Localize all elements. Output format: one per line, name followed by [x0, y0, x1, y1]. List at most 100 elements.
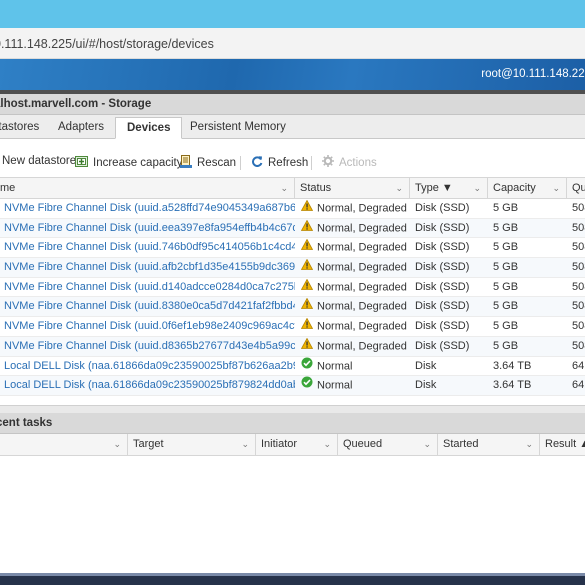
device-queue-depth: 508	[572, 320, 585, 333]
recent-tasks-header: cent tasks	[0, 413, 585, 434]
actions-button[interactable]: Actions	[322, 155, 377, 170]
column-task[interactable]: ⌄	[0, 434, 128, 455]
chevron-down-icon[interactable]: ⌄	[241, 434, 249, 455]
chevron-down-icon[interactable]: ⌄	[113, 434, 121, 455]
increase-capacity-label: Increase capacity	[93, 156, 183, 169]
table-row[interactable]: Local DELL Disk (naa.61866da09c23590025b…	[0, 357, 585, 377]
table-row[interactable]: NVMe Fibre Channel Disk (uuid.8380e0ca5d…	[0, 297, 585, 318]
panel-title: alhost.marvell.com - Storage	[0, 98, 152, 110]
new-datastore-button[interactable]: New datastore	[2, 155, 76, 167]
table-row[interactable]: NVMe Fibre Channel Disk (uuid.a528ffd74e…	[0, 199, 585, 219]
tab-adapters[interactable]: Adapters	[58, 121, 104, 133]
rescan-button[interactable]: Rescan	[180, 155, 236, 171]
device-status: Normal	[296, 376, 410, 395]
chevron-down-icon[interactable]: ⌄	[323, 434, 331, 455]
device-name-link[interactable]: Local DELL Disk (naa.61866da09c23590025b…	[0, 357, 295, 376]
column-result[interactable]: Result ▲	[540, 434, 585, 455]
increase-capacity-button[interactable]: Increase capacity	[75, 155, 183, 170]
tab-persistent-memory[interactable]: Persistent Memory	[190, 121, 286, 133]
chevron-down-icon[interactable]: ⌄	[395, 178, 403, 199]
device-type: Disk	[415, 359, 437, 372]
refresh-label: Refresh	[268, 156, 309, 169]
chevron-down-icon[interactable]: ⌄	[552, 178, 560, 199]
column-queue[interactable]: Qu	[567, 178, 585, 199]
column-capacity[interactable]: Capacity ⌄	[488, 178, 567, 199]
chevron-down-icon[interactable]: ⌄	[280, 178, 288, 199]
device-status-label: Normal, Degraded	[317, 241, 407, 254]
device-status: Normal, Degraded	[296, 199, 410, 218]
ok-check-icon	[301, 376, 313, 395]
column-type[interactable]: Type ▼ ⌄	[410, 178, 488, 199]
recent-tasks-title: cent tasks	[0, 417, 53, 429]
ok-check-icon	[301, 357, 313, 376]
device-queue-depth: 508	[572, 261, 585, 274]
column-name[interactable]: me ⌄	[0, 178, 295, 199]
device-type: Disk (SSD)	[415, 202, 470, 214]
table-row[interactable]: Local DELL Disk (naa.61866da09c23590025b…	[0, 376, 585, 396]
device-type: Disk (SSD)	[415, 300, 470, 313]
url-text[interactable]: 0.111.148.225/ui/#/host/storage/devices	[0, 37, 214, 51]
device-queue-depth: 508	[572, 280, 585, 293]
browser-address-bar[interactable]: 0.111.148.225/ui/#/host/storage/devices	[0, 28, 585, 59]
device-capacity: 5 GB	[493, 320, 519, 333]
device-name-link[interactable]: NVMe Fibre Channel Disk (uuid.8380e0ca5d…	[0, 297, 295, 316]
user-menu[interactable]: root@10.111.148.225	[481, 68, 585, 80]
taskbar	[0, 576, 585, 585]
rescan-icon	[180, 155, 192, 171]
panel-header: alhost.marvell.com - Storage	[0, 94, 585, 115]
device-queue-depth: 508	[572, 339, 585, 352]
table-row[interactable]: NVMe Fibre Channel Disk (uuid.afb2cbf1d3…	[0, 258, 585, 278]
device-status: Normal, Degraded	[296, 278, 410, 297]
device-status: Normal, Degraded	[296, 219, 410, 238]
recent-tasks-columns: ⌄ Target ⌄ Initiator ⌄ Queued ⌄ Started ⌄ Re…	[0, 434, 585, 456]
device-type: Disk (SSD)	[415, 320, 470, 333]
device-capacity: 3.64 TB	[493, 359, 532, 372]
table-row[interactable]: NVMe Fibre Channel Disk (uuid.d140adcce0…	[0, 278, 585, 298]
browser-top-strip	[0, 0, 585, 28]
actions-label: Actions	[339, 156, 377, 169]
device-type: Disk	[415, 379, 437, 392]
device-name-link[interactable]: NVMe Fibre Channel Disk (uuid.a528ffd74e…	[0, 199, 295, 218]
chevron-down-icon[interactable]: ⌄	[473, 178, 481, 199]
column-target[interactable]: Target ⌄	[128, 434, 256, 455]
warning-icon	[300, 219, 314, 238]
refresh-button[interactable]: Refresh	[251, 155, 308, 170]
device-type: Disk (SSD)	[415, 261, 470, 274]
device-queue-depth: 64	[572, 359, 585, 372]
device-queue-depth: 508	[572, 241, 585, 254]
device-capacity: 5 GB	[493, 280, 519, 293]
device-status: Normal, Degraded	[296, 258, 410, 277]
tab-devices[interactable]: Devices	[115, 117, 183, 139]
device-type: Disk (SSD)	[415, 280, 470, 293]
chevron-down-icon[interactable]: ⌄	[525, 434, 533, 455]
gear-icon	[322, 155, 334, 170]
device-name-link[interactable]: NVMe Fibre Channel Disk (uuid.eea397e8fa…	[0, 219, 295, 238]
device-name-link[interactable]: NVMe Fibre Channel Disk (uuid.d140adcce0…	[0, 278, 295, 297]
devices-grid-header: me ⌄ Status ⌄ Type ▼ ⌄ Capacity ⌄ Qu	[0, 177, 585, 199]
device-name-link[interactable]: Local DELL Disk (naa.61866da09c23590025b…	[0, 376, 295, 395]
device-name-link[interactable]: NVMe Fibre Channel Disk (uuid.d8365b2767…	[0, 337, 295, 356]
chevron-down-icon[interactable]: ⌄	[423, 434, 431, 455]
device-status: Normal, Degraded	[296, 337, 410, 356]
column-initiator[interactable]: Initiator ⌄	[256, 434, 338, 455]
device-capacity: 5 GB	[493, 339, 519, 352]
device-status-label: Normal	[317, 379, 353, 392]
column-started[interactable]: Started ⌄	[438, 434, 540, 455]
device-name-link[interactable]: NVMe Fibre Channel Disk (uuid.afb2cbf1d3…	[0, 258, 295, 277]
table-row[interactable]: NVMe Fibre Channel Disk (uuid.d8365b2767…	[0, 336, 585, 357]
device-name-link[interactable]: NVMe Fibre Channel Disk (uuid.746b0df95c…	[0, 238, 295, 257]
table-row[interactable]: NVMe Fibre Channel Disk (uuid.0f6ef1eb98…	[0, 317, 585, 337]
table-row[interactable]: NVMe Fibre Channel Disk (uuid.746b0df95c…	[0, 238, 585, 259]
device-status-label: Normal, Degraded	[317, 300, 407, 313]
app-header: root@10.111.148.225	[0, 59, 585, 90]
column-status[interactable]: Status ⌄	[295, 178, 410, 199]
column-queued[interactable]: Queued ⌄	[338, 434, 438, 455]
device-name-link[interactable]: NVMe Fibre Channel Disk (uuid.0f6ef1eb98…	[0, 317, 295, 336]
device-queue-depth: 508	[572, 300, 585, 313]
toolbar: New datastore Increase capacity Rescan R…	[0, 151, 585, 173]
tab-datastores[interactable]: atastores	[0, 121, 39, 133]
devices-grid: me ⌄ Status ⌄ Type ▼ ⌄ Capacity ⌄ Qu NVMe Fi…	[0, 177, 585, 396]
device-capacity: 5 GB	[493, 202, 519, 214]
new-datastore-label: New datastore	[2, 155, 77, 167]
table-row[interactable]: NVMe Fibre Channel Disk (uuid.eea397e8fa…	[0, 218, 585, 239]
